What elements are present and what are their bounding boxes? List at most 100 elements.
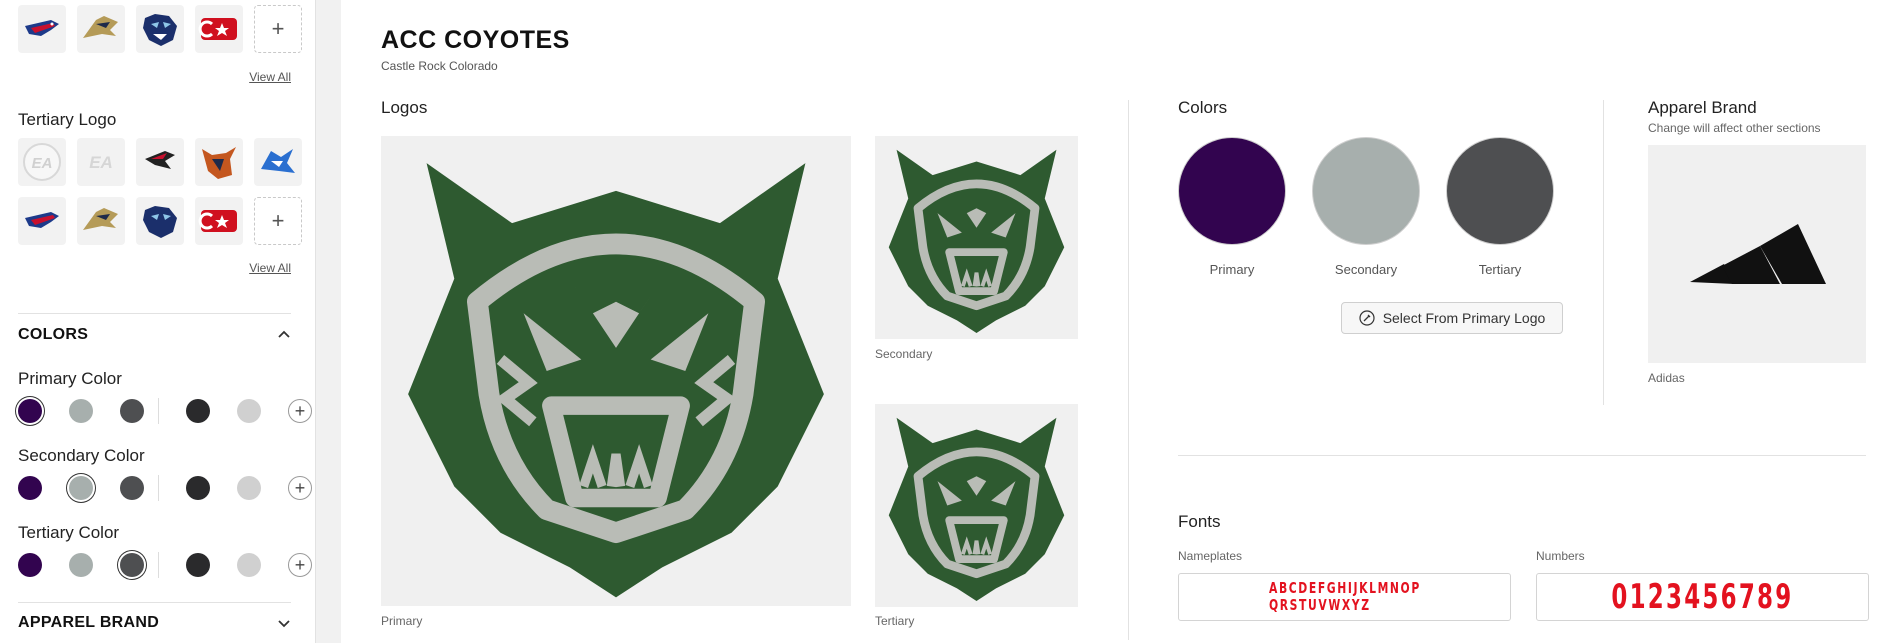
ea-logo-icon: EA — [89, 153, 113, 172]
wolf-logo-icon — [83, 208, 118, 230]
chevron-down-icon — [278, 620, 290, 628]
logo-option[interactable] — [195, 138, 243, 186]
eagle-logo-icon — [25, 212, 59, 228]
panther-logo-icon — [143, 206, 177, 238]
primary-color-swatches: + — [18, 398, 312, 424]
nameplates-label: Nameplates — [1178, 549, 1243, 563]
add-color-button[interactable]: + — [288, 399, 312, 423]
apparel-brand-label: Apparel Brand — [1648, 98, 1757, 117]
add-color-button[interactable]: + — [288, 553, 312, 577]
coyote-logo-icon — [888, 417, 1065, 602]
primary-color-label: Primary Color — [18, 369, 122, 388]
divider — [1178, 455, 1866, 456]
color-swatch[interactable] — [18, 553, 42, 577]
bird-logo-icon — [145, 151, 175, 169]
nameplate-sample-line1: ABCDEFGHIJKLMNOP — [1268, 579, 1421, 597]
color-swatch[interactable] — [69, 399, 93, 423]
divider — [1128, 100, 1129, 640]
main-panel: ACC COYOTES Castle Rock Colorado Logos P… — [341, 0, 1902, 643]
tertiary-color-swatches: + — [18, 552, 312, 578]
swatch-divider — [158, 398, 159, 424]
tertiary-logo-label: Tertiary — [875, 614, 915, 628]
chevron-up-icon — [278, 330, 290, 338]
add-logo-button[interactable]: + — [254, 5, 302, 53]
color-swatch[interactable] — [120, 399, 144, 423]
tertiary-logo-label: Tertiary Logo — [18, 110, 117, 129]
numbers-sample: 0123456789 — [1611, 577, 1794, 617]
eyedropper-icon — [1359, 310, 1375, 326]
divider — [1603, 100, 1604, 405]
apparel-brand-note: Change will affect other sections — [1648, 121, 1821, 135]
secondary-color-name: Secondary — [1334, 262, 1398, 277]
tertiary-logo[interactable] — [875, 404, 1078, 607]
color-swatch[interactable] — [237, 553, 261, 577]
color-swatch[interactable] — [69, 553, 93, 577]
sidebar: + View All Tertiary Logo EA EA + View Al… — [0, 0, 316, 643]
color-swatch[interactable] — [186, 476, 210, 500]
color-swatch[interactable] — [69, 476, 93, 500]
svg-text:EA: EA — [89, 153, 113, 172]
apparel-brand-logo[interactable] — [1648, 145, 1866, 363]
logo-option[interactable]: EA — [18, 138, 66, 186]
secondary-logo-label: Secondary — [875, 347, 933, 361]
logo-option[interactable] — [136, 5, 184, 53]
wolf-logo-icon — [83, 16, 118, 38]
team-name: ACC COYOTES — [381, 26, 570, 54]
primary-color-name: Primary — [1209, 262, 1255, 277]
color-swatch[interactable] — [18, 399, 42, 423]
colors-label: Colors — [1178, 98, 1228, 117]
tertiary-color-circle[interactable] — [1446, 137, 1554, 245]
logo-option[interactable]: EA — [77, 138, 125, 186]
secondary-logo[interactable] — [875, 136, 1078, 339]
colors-section-header[interactable]: COLORS — [18, 326, 291, 344]
color-swatch[interactable] — [186, 399, 210, 423]
swatch-divider — [158, 475, 159, 501]
color-swatch[interactable] — [186, 553, 210, 577]
apparel-brand-name: Adidas — [1648, 371, 1685, 385]
color-swatch[interactable] — [120, 476, 144, 500]
logo-option[interactable] — [77, 197, 125, 245]
numbers-font-preview[interactable]: 0123456789 — [1536, 573, 1869, 621]
view-all-link[interactable]: View All — [249, 70, 291, 84]
panther-logo-icon — [143, 14, 177, 46]
dragon-logo-icon — [261, 149, 295, 173]
eagle-logo-icon — [25, 20, 59, 36]
secondary-color-label: Secondary Color — [18, 446, 145, 465]
logo-option[interactable] — [18, 197, 66, 245]
secondary-color-circle[interactable] — [1312, 137, 1420, 245]
numbers-label: Numbers — [1536, 549, 1585, 563]
select-from-primary-logo-button[interactable]: Select From Primary Logo — [1341, 302, 1563, 334]
apparel-brand-section-header[interactable]: APPAREL BRAND — [18, 614, 291, 632]
select-from-primary-logo-label: Select From Primary Logo — [1382, 310, 1546, 326]
logo-option[interactable] — [136, 138, 184, 186]
view-all-link[interactable]: View All — [249, 261, 291, 275]
color-swatch[interactable] — [237, 399, 261, 423]
color-swatch[interactable] — [18, 476, 42, 500]
adidas-logo-icon — [1690, 224, 1826, 284]
nameplate-font-preview[interactable]: ABCDEFGHIJKLMNOP QRSTUVWXYZ — [1178, 573, 1511, 621]
color-swatch[interactable] — [237, 476, 261, 500]
divider — [18, 313, 291, 314]
tertiary-color-name: Tertiary — [1478, 262, 1522, 277]
color-swatch[interactable] — [120, 553, 144, 577]
logo-option[interactable] — [254, 138, 302, 186]
swatch-divider — [158, 552, 159, 578]
primary-color-circle[interactable] — [1178, 137, 1286, 245]
colors-section-title: COLORS — [18, 326, 89, 343]
star-c-logo-icon — [198, 210, 237, 232]
logo-option[interactable] — [195, 197, 243, 245]
logo-option[interactable] — [18, 5, 66, 53]
ea-logo-icon: EA — [23, 143, 61, 181]
primary-logo[interactable] — [381, 136, 851, 606]
coyote-logo-icon — [408, 163, 824, 598]
logo-option[interactable] — [195, 5, 243, 53]
logo-option[interactable] — [136, 197, 184, 245]
add-logo-button[interactable]: + — [254, 197, 302, 245]
fonts-label: Fonts — [1178, 512, 1221, 531]
nameplate-sample-line2: QRSTUVWXYZ — [1268, 596, 1371, 614]
add-color-button[interactable]: + — [288, 476, 312, 500]
team-location: Castle Rock Colorado — [381, 59, 498, 73]
svg-text:EA: EA — [32, 155, 53, 172]
tertiary-color-label: Tertiary Color — [18, 523, 120, 542]
logo-option[interactable] — [77, 5, 125, 53]
